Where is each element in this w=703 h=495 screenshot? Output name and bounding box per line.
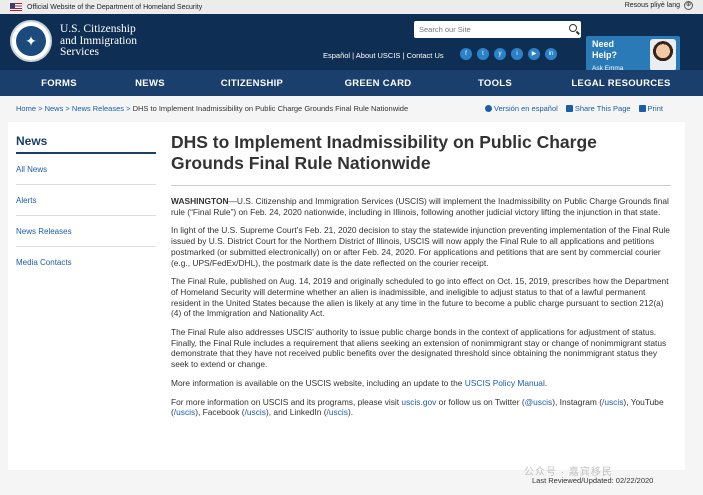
youtube-icon[interactable]: y	[494, 48, 506, 60]
agency-name[interactable]: U.S. Citizenship and Immigration Service…	[60, 23, 137, 59]
p6-b: or follow us on Twitter (	[436, 396, 525, 407]
p6-f: ), and LinkedIn (	[265, 407, 327, 418]
spanish-label: Versión en español	[494, 104, 558, 113]
us-flag-icon	[10, 3, 22, 11]
policy-manual-link[interactable]: USCIS Policy Manual	[465, 378, 545, 388]
official-banner: Official Website of the Department of Ho…	[0, 0, 703, 14]
language-label: Resous pliyè lang	[624, 2, 680, 9]
page-tools: Versión en español Share This Page Print	[485, 104, 663, 113]
instagram-link[interactable]: /uscis	[602, 397, 623, 407]
sidebar-item-news-releases[interactable]: News Releases	[16, 216, 156, 247]
emma-avatar	[650, 39, 676, 71]
agency-line-3: Services	[60, 46, 99, 58]
share-link[interactable]: Share This Page	[565, 104, 631, 113]
uscis-gov-link[interactable]: uscis.gov	[401, 397, 436, 407]
sidebar: News All News Alerts News Releases Media…	[16, 134, 156, 277]
agency-line-1: U.S. Citizenship	[60, 23, 136, 35]
twitter-icon[interactable]: t	[477, 48, 489, 60]
youtube-link[interactable]: /uscis	[174, 407, 195, 417]
paragraph-5: More information is available on the USC…	[171, 378, 671, 389]
spanish-link[interactable]: Versión en español	[485, 104, 558, 113]
nav-legal-resources[interactable]: LEGAL RESOURCES	[556, 78, 686, 89]
site-header: ✦ U.S. Citizenship and Immigration Servi…	[0, 14, 703, 76]
breadcrumb-home[interactable]: Home	[16, 104, 36, 113]
paragraph-3: The Final Rule, published on Aug. 14, 20…	[171, 276, 669, 319]
page-title: DHS to Implement Inadmissibility on Publ…	[171, 132, 597, 173]
nav-tools[interactable]: TOOLS	[434, 78, 556, 89]
article: DHS to Implement Inadmissibility on Publ…	[171, 132, 671, 426]
p6-c: ), Instagram (	[552, 396, 602, 407]
breadcrumb: Home > News > News Releases > DHS to Imp…	[16, 104, 408, 113]
print-link[interactable]: Print	[638, 104, 663, 113]
nav-news[interactable]: NEWS	[118, 78, 182, 89]
p5-end: .	[544, 377, 548, 388]
last-updated: Last Reviewed/Updated: 02/22/2020	[532, 476, 654, 485]
p6-g: ).	[347, 407, 354, 418]
paragraph-1-text: —U.S. Citizenship and Immigration Servic…	[171, 196, 669, 217]
instagram-icon[interactable]: i	[511, 48, 523, 60]
paragraph-4: The Final Rule also addresses USCIS’ aut…	[171, 327, 667, 370]
header-links[interactable]: Español | About USCIS | Contact Us	[323, 51, 444, 60]
paragraph-1: WASHINGTON—U.S. Citizenship and Immigrat…	[171, 196, 671, 217]
help-line-2: Help?	[592, 50, 618, 60]
facebook-icon[interactable]: f	[460, 48, 472, 60]
content-panel: News All News Alerts News Releases Media…	[8, 122, 685, 470]
nav-citizenship[interactable]: CITIZENSHIP	[182, 78, 322, 89]
paragraph-2: In light of the U.S. Supreme Court’s Feb…	[171, 225, 670, 268]
nav-forms[interactable]: FORMS	[0, 78, 118, 89]
breadcrumb-separator: >	[36, 104, 45, 113]
p6-e: ), Facebook (	[195, 407, 245, 418]
dateline: WASHINGTON	[171, 196, 229, 206]
video-icon[interactable]: ▶	[528, 48, 540, 60]
breadcrumb-releases[interactable]: News Releases	[72, 104, 124, 113]
official-text: Official Website of the Department of Ho…	[27, 3, 203, 11]
divider	[171, 185, 671, 186]
nav-green-card[interactable]: GREEN CARD	[322, 78, 434, 89]
globe-icon: ⊕	[684, 1, 693, 10]
dhs-seal-logo[interactable]: ✦	[10, 20, 52, 62]
eagle-icon: ✦	[16, 26, 46, 56]
linkedin-icon[interactable]: in	[545, 48, 557, 60]
breadcrumb-separator: >	[124, 104, 133, 113]
social-links: f t y i ▶ in	[460, 48, 557, 60]
paragraph-6: For more information on USCIS and its pr…	[171, 397, 671, 418]
breadcrumb-news[interactable]: News	[45, 104, 64, 113]
help-line-1: Need	[592, 39, 615, 49]
search-input[interactable]: Search our Site	[414, 21, 581, 38]
sidebar-item-media-contacts[interactable]: Media Contacts	[16, 247, 156, 277]
breadcrumb-separator: >	[63, 104, 72, 113]
globe-icon	[485, 105, 492, 112]
sidebar-title: News	[16, 134, 156, 154]
sidebar-item-all-news[interactable]: All News	[16, 154, 156, 185]
printer-icon	[638, 105, 646, 112]
search-placeholder: Search our Site	[419, 25, 471, 34]
language-selector[interactable]: Resous pliyè lang ⊕	[625, 1, 693, 10]
p5-text: More information is available on the USC…	[171, 377, 465, 388]
breadcrumb-current: DHS to Implement Inadmissibility on Publ…	[132, 104, 409, 113]
plus-icon	[565, 105, 573, 112]
print-label: Print	[647, 104, 663, 113]
linkedin-link[interactable]: /uscis	[327, 407, 348, 417]
share-label: Share This Page	[574, 104, 631, 113]
p6-a: For more information on USCIS and its pr…	[171, 396, 402, 407]
sidebar-item-alerts[interactable]: Alerts	[16, 185, 156, 216]
main-nav: FORMS NEWS CITIZENSHIP GREEN CARD TOOLS …	[0, 70, 703, 96]
search-icon[interactable]	[569, 24, 577, 32]
facebook-link[interactable]: /uscis	[245, 407, 266, 417]
twitter-link[interactable]: @uscis	[525, 397, 553, 407]
